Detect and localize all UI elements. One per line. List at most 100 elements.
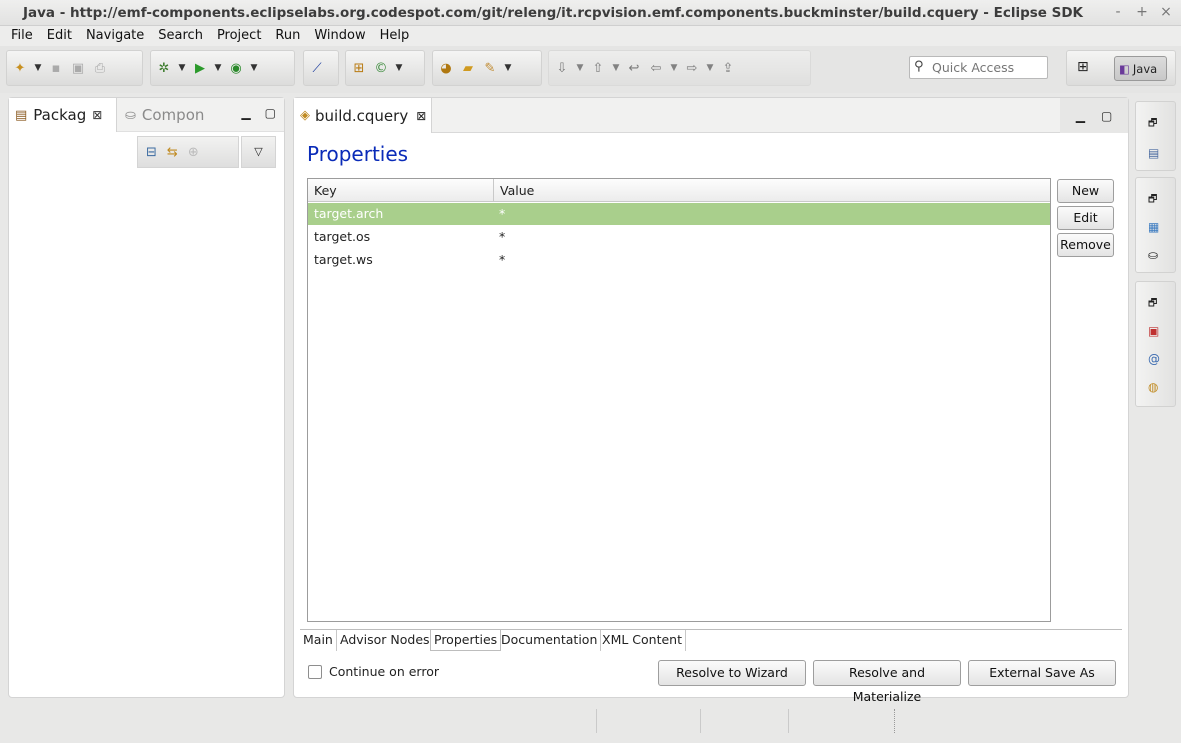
- debug-dropdown-icon[interactable]: ▼: [177, 63, 187, 73]
- package-explorer-panel: ▤ Packag ⊠ ⛀ Compon ▁ ▢ ⊟ ⇆ ⊕ ▽: [8, 97, 285, 698]
- restore-icon[interactable]: 🗗: [1148, 192, 1157, 209]
- quick-access-field[interactable]: ⚲: [909, 56, 1048, 79]
- continue-on-error-checkbox[interactable]: [308, 665, 322, 679]
- declaration-icon[interactable]: ◍: [1148, 380, 1158, 394]
- properties-table[interactable]: Key Value target.arch * target.os * targ…: [307, 178, 1051, 622]
- maximize-icon[interactable]: ▢: [265, 106, 276, 120]
- search-dropdown-icon[interactable]: ▼: [503, 63, 513, 73]
- menu-file[interactable]: File: [4, 26, 40, 46]
- tab-advisor-nodes[interactable]: Advisor Nodes: [337, 630, 434, 651]
- previous-annotation-dropdown-icon[interactable]: ▼: [611, 63, 621, 73]
- menu-run[interactable]: Run: [268, 26, 307, 46]
- open-type-icon[interactable]: ◕: [437, 59, 455, 77]
- tab-component-explorer[interactable]: ⛀ Compon: [119, 98, 219, 132]
- java-perspective-button[interactable]: ◧ Java: [1114, 56, 1167, 81]
- menu-edit[interactable]: Edit: [40, 26, 79, 46]
- restore-icon[interactable]: 🗗: [1148, 296, 1157, 313]
- next-annotation-icon[interactable]: ⇩: [553, 59, 571, 77]
- save-all-icon[interactable]: ▣: [69, 59, 87, 77]
- minimize-icon[interactable]: ▁: [241, 106, 250, 120]
- save-icon[interactable]: ▪: [47, 59, 65, 77]
- editor-tabstrip: ◈ build.cquery ⊠ ▁ ▢: [294, 98, 1128, 133]
- status-separator: [894, 709, 895, 733]
- tab-documentation[interactable]: Documentation: [498, 630, 602, 651]
- edit-button[interactable]: Edit: [1057, 206, 1114, 230]
- pin-editor-icon[interactable]: ⇪: [719, 59, 737, 77]
- back-icon[interactable]: ⇦: [647, 59, 665, 77]
- outline-icon[interactable]: ▦: [1148, 220, 1159, 234]
- new-dropdown-icon[interactable]: ▼: [33, 63, 43, 73]
- back-dropdown-icon[interactable]: ▼: [669, 63, 679, 73]
- tab-package-explorer[interactable]: ▤ Packag ⊠: [9, 98, 117, 132]
- last-edit-icon[interactable]: ↩: [625, 59, 643, 77]
- menu-search[interactable]: Search: [151, 26, 210, 46]
- focus-icon[interactable]: ⊕: [188, 145, 199, 160]
- cell-key: target.os: [314, 229, 371, 244]
- new-java-class-icon[interactable]: ©: [372, 59, 390, 77]
- collapse-all-icon[interactable]: ⊟: [146, 145, 157, 160]
- external-tools-icon[interactable]: ◉: [227, 59, 245, 77]
- debug-icon[interactable]: ✲: [155, 59, 173, 77]
- table-row[interactable]: target.os *: [308, 226, 1050, 248]
- quick-access-input[interactable]: [932, 59, 1044, 76]
- new-icon[interactable]: ✦: [11, 59, 29, 77]
- view-menu-icon[interactable]: ▽: [241, 136, 276, 168]
- minimize-button[interactable]: -: [1109, 3, 1127, 21]
- skip-breakpoints-group: ⟋: [303, 50, 339, 86]
- tab-main[interactable]: Main: [300, 630, 337, 651]
- restore-icon[interactable]: 🗗: [1148, 116, 1157, 133]
- problems-icon[interactable]: ▣: [1148, 324, 1159, 338]
- maximize-button[interactable]: +: [1133, 3, 1151, 21]
- tab-properties[interactable]: Properties: [430, 630, 502, 651]
- table-row[interactable]: target.ws *: [308, 249, 1050, 271]
- tab-xml-content[interactable]: XML Content: [599, 630, 686, 651]
- maximize-icon[interactable]: ▢: [1101, 109, 1112, 123]
- status-separator: [788, 709, 789, 733]
- tab-build-cquery[interactable]: ◈ build.cquery ⊠: [294, 98, 432, 133]
- cell-value: *: [499, 229, 506, 244]
- search-icon[interactable]: ✎: [481, 59, 499, 77]
- skip-breakpoints-icon[interactable]: ⟋: [308, 59, 326, 77]
- column-header-key[interactable]: Key: [308, 179, 494, 201]
- resolve-and-materialize-button[interactable]: Resolve and Materialize: [813, 660, 961, 704]
- task-list-icon[interactable]: ▤: [1148, 146, 1159, 160]
- external-save-as-button[interactable]: External Save As: [968, 660, 1116, 686]
- tab-build-cquery-label: build.cquery: [315, 106, 409, 125]
- status-separator: [596, 709, 597, 733]
- resolve-to-wizard-button[interactable]: Resolve to Wizard: [658, 660, 806, 686]
- forward-dropdown-icon[interactable]: ▼: [705, 63, 715, 73]
- forward-icon[interactable]: ⇨: [683, 59, 701, 77]
- print-icon[interactable]: ⎙: [91, 59, 109, 77]
- new-button[interactable]: New: [1057, 179, 1114, 203]
- menu-navigate[interactable]: Navigate: [79, 26, 151, 46]
- open-perspective-icon[interactable]: ⊞: [1077, 59, 1089, 75]
- close-tab-icon[interactable]: ⊠: [92, 108, 102, 122]
- component-icon[interactable]: ⛀: [1148, 248, 1158, 262]
- close-button[interactable]: ×: [1157, 3, 1175, 21]
- cell-key: target.ws: [314, 252, 373, 267]
- close-tab-icon[interactable]: ⊠: [416, 109, 426, 123]
- remove-button[interactable]: Remove: [1057, 233, 1114, 257]
- menu-help[interactable]: Help: [373, 26, 417, 46]
- new-java-package-icon[interactable]: ⊞: [350, 59, 368, 77]
- table-row[interactable]: target.arch *: [308, 203, 1050, 225]
- window-titlebar: Java - http://emf-components.eclipselabs…: [0, 0, 1181, 26]
- column-header-value[interactable]: Value: [495, 179, 539, 202]
- component-explorer-icon: ⛀: [125, 107, 136, 123]
- external-tools-dropdown-icon[interactable]: ▼: [249, 63, 259, 73]
- javadoc-icon[interactable]: @: [1148, 352, 1160, 366]
- minimize-icon[interactable]: ▁: [1076, 109, 1085, 123]
- menu-bar: File Edit Navigate Search Project Run Wi…: [0, 26, 1181, 46]
- run-dropdown-icon[interactable]: ▼: [213, 63, 223, 73]
- continue-on-error-label[interactable]: Continue on error: [329, 664, 439, 679]
- menu-project[interactable]: Project: [210, 26, 268, 46]
- new-java-class-dropdown-icon[interactable]: ▼: [394, 63, 404, 73]
- previous-annotation-icon[interactable]: ⇧: [589, 59, 607, 77]
- next-annotation-dropdown-icon[interactable]: ▼: [575, 63, 585, 73]
- run-icon[interactable]: ▶: [191, 59, 209, 77]
- open-folder-icon[interactable]: ▰: [459, 59, 477, 77]
- link-with-editor-icon[interactable]: ⇆: [167, 145, 178, 160]
- left-panel-window-controls: ▁ ▢: [241, 106, 276, 120]
- menu-window[interactable]: Window: [307, 26, 372, 46]
- run-toolbar-group: ✲ ▼ ▶ ▼ ◉ ▼: [150, 50, 295, 86]
